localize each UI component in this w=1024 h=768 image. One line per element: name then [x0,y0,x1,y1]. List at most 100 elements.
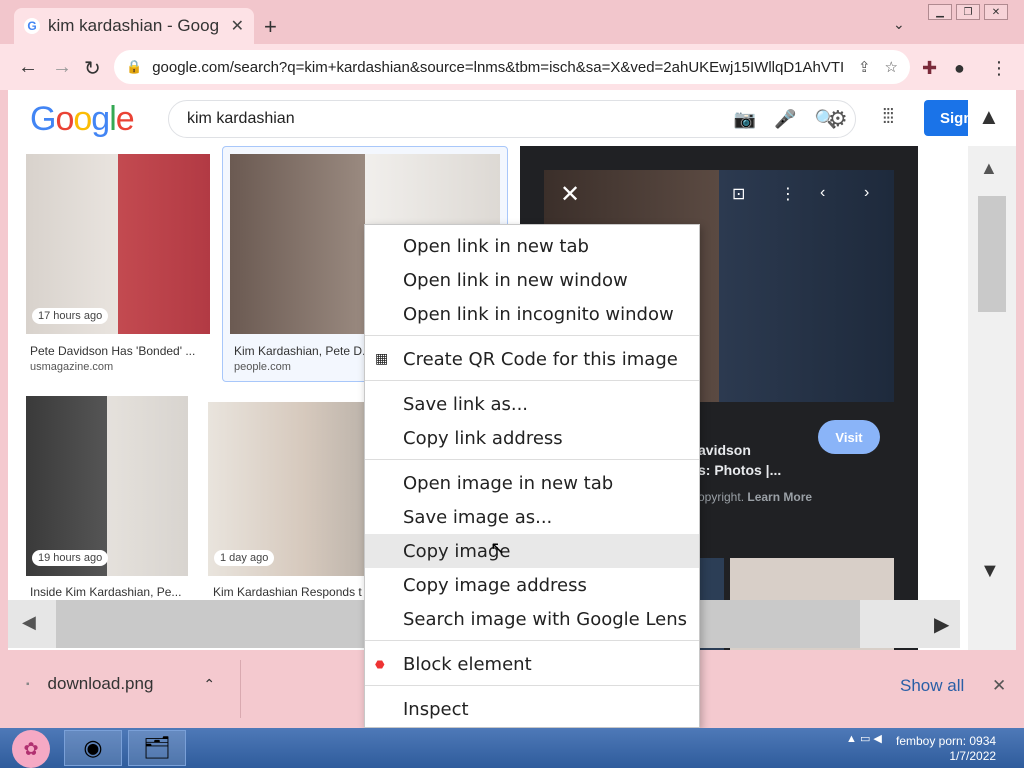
menu-label: Create QR Code for this image [403,348,678,370]
context-menu: Open link in new tab Open link in new wi… [364,224,700,728]
taskbar-file-explorer-icon[interactable]: 🗂 [128,730,186,766]
next-arrow-icon[interactable]: › [864,184,869,202]
camera-icon[interactable]: 📷 [734,109,756,130]
url-text[interactable]: google.com/search?q=kim+kardashian&sourc… [152,59,844,76]
tab-strip: G kim kardashian - Goog ✕ + ⌄ ▁ ❐ ✕ [0,0,1024,44]
search-box[interactable]: kim kardashian 📷 🎤 🔍 [168,100,856,138]
previous-arrow-icon[interactable]: ‹ [820,184,825,202]
result-source[interactable]: usmagazine.com [30,361,113,373]
microphone-icon[interactable]: 🎤 [774,109,796,130]
google-logo[interactable]: Google [30,100,135,139]
menu-save-image-as[interactable]: Save image as... [365,500,699,534]
logo-letter: g [91,100,110,138]
menu-copy-link-address[interactable]: Copy link address [365,421,699,455]
extensions-icon[interactable]: ✚ [922,58,937,79]
address-bar[interactable]: 🔒 google.com/search?q=kim+kardashian&sou… [114,50,910,84]
menu-separator [365,685,699,686]
share-icon[interactable]: ⇪ [858,58,871,76]
preview-copyright-notice: opyright. Learn More [698,490,812,504]
menu-separator [365,380,699,381]
mouse-cursor-icon: ↖ [490,538,506,558]
time-badge: 19 hours ago [32,550,109,566]
download-options-chevron-icon[interactable]: ⌃ [203,676,215,693]
menu-separator [365,335,699,336]
menu-inspect[interactable]: Inspect [365,692,699,726]
clock-date: 1/7/2022 [949,749,997,763]
tab-google-search[interactable]: G kim kardashian - Goog ✕ [14,8,254,44]
menu-copy-image[interactable]: Copy image [365,534,699,568]
outer-scroll-up-icon[interactable]: ▲ [978,104,1000,130]
menu-label: Block element [403,653,532,675]
menu-create-qr-code[interactable]: ▦ Create QR Code for this image [365,342,699,376]
back-icon[interactable]: ← [18,56,38,79]
result-image-3[interactable] [26,396,188,576]
lens-search-icon[interactable]: ⊡ [732,184,745,204]
result-caption[interactable]: Pete Davidson Has 'Bonded' ... [30,344,210,358]
download-divider [240,660,241,718]
preview-more-icon[interactable]: ⋮ [780,184,796,204]
start-button[interactable]: ✿ [12,730,50,768]
settings-gear-icon[interactable]: ⚙ [828,106,848,132]
outer-scroll-down-icon[interactable]: ▼ [980,560,1000,583]
result-caption[interactable]: Inside Kim Kardashian, Pe... [30,585,190,599]
scroll-up-arrow-icon[interactable]: ▲ [980,158,998,179]
search-input[interactable]: kim kardashian [187,110,716,128]
restore-button[interactable]: ❐ [956,4,980,20]
menu-search-google-lens[interactable]: Search image with Google Lens [365,602,699,636]
reload-icon[interactable]: ↻ [84,56,101,81]
menu-open-link-new-window[interactable]: Open link in new window [365,263,699,297]
download-item[interactable]: ▪ download.png ⌃ [26,674,215,694]
tab-close-icon[interactable]: ✕ [231,16,244,36]
download-filename[interactable]: download.png [48,674,154,694]
scroll-right-arrow-icon[interactable]: ▶ [934,612,949,637]
tray-arrows-icon[interactable]: ▲ ▭ ◀ [846,732,882,745]
new-tab-button[interactable]: + [264,14,277,40]
show-all-button[interactable]: Show all [900,676,964,696]
taskbar-chrome-icon[interactable]: ◉ [64,730,122,766]
logo-letter: o [55,100,74,138]
adblock-plus-icon: ⬣ [375,657,385,671]
profile-icon[interactable]: ● [954,58,965,79]
window-controls: ▁ ❐ ✕ [924,4,1008,20]
menu-copy-image-address[interactable]: Copy image address [365,568,699,602]
preview-title-line-2[interactable]: s: Photos |... [698,462,781,478]
sign-in-button[interactable]: Sign [924,100,973,136]
scroll-left-arrow-icon[interactable]: ◀ [22,612,36,633]
tab-search-chevron-icon[interactable]: ⌄ [893,16,905,33]
clock-time: femboy porn: 0934 [896,734,997,748]
vertical-scroll-thumb[interactable] [978,196,1006,312]
logo-letter: e [115,100,135,138]
menu-open-link-new-tab[interactable]: Open link in new tab [365,229,699,263]
downloads-close-icon[interactable]: ✕ [992,676,1006,696]
result-caption[interactable]: Kim Kardashian, Pete D... [234,344,374,358]
copyright-text: opyright. [698,490,745,504]
result-source[interactable]: people.com [234,361,291,373]
logo-letter: G [30,100,56,138]
apps-grid-icon[interactable]: ⁞⁞⁞ [882,106,895,129]
menu-open-link-incognito[interactable]: Open link in incognito window [365,297,699,331]
menu-separator [365,459,699,460]
menu-kebab-icon[interactable]: ⋮ [990,58,1008,79]
result-caption[interactable]: Kim Kardashian Responds t [213,585,368,599]
google-favicon-icon: G [24,18,40,34]
visit-button[interactable]: Visit [818,420,880,454]
google-header: Google kim kardashian 📷 🎤 🔍 ⚙ ⁞⁞⁞ Sign [8,90,973,146]
file-icon: ▪ [26,678,30,690]
lock-icon[interactable]: 🔒 [126,59,142,75]
preview-title-line-1[interactable]: avidson [698,442,751,458]
menu-open-image-new-tab[interactable]: Open image in new tab [365,466,699,500]
time-badge: 17 hours ago [32,308,109,324]
menu-save-link-as[interactable]: Save link as... [365,387,699,421]
preview-close-icon[interactable]: ✕ [560,180,580,209]
browser-toolbar: ← → ↻ 🔒 google.com/search?q=kim+kardashi… [0,44,1024,90]
learn-more-link[interactable]: Learn More [747,490,812,504]
result-image-1[interactable] [26,154,210,334]
tab-title: kim kardashian - Goog [48,16,220,35]
logo-letter: o [73,100,92,138]
forward-icon[interactable]: → [52,56,72,79]
close-window-button[interactable]: ✕ [984,4,1008,20]
bookmark-star-icon[interactable]: ☆ [885,58,898,76]
menu-block-element[interactable]: ⬣ Block element [365,647,699,681]
minimize-button[interactable]: ▁ [928,4,952,20]
clock[interactable]: femboy porn: 0934 1/7/2022 [896,734,996,764]
